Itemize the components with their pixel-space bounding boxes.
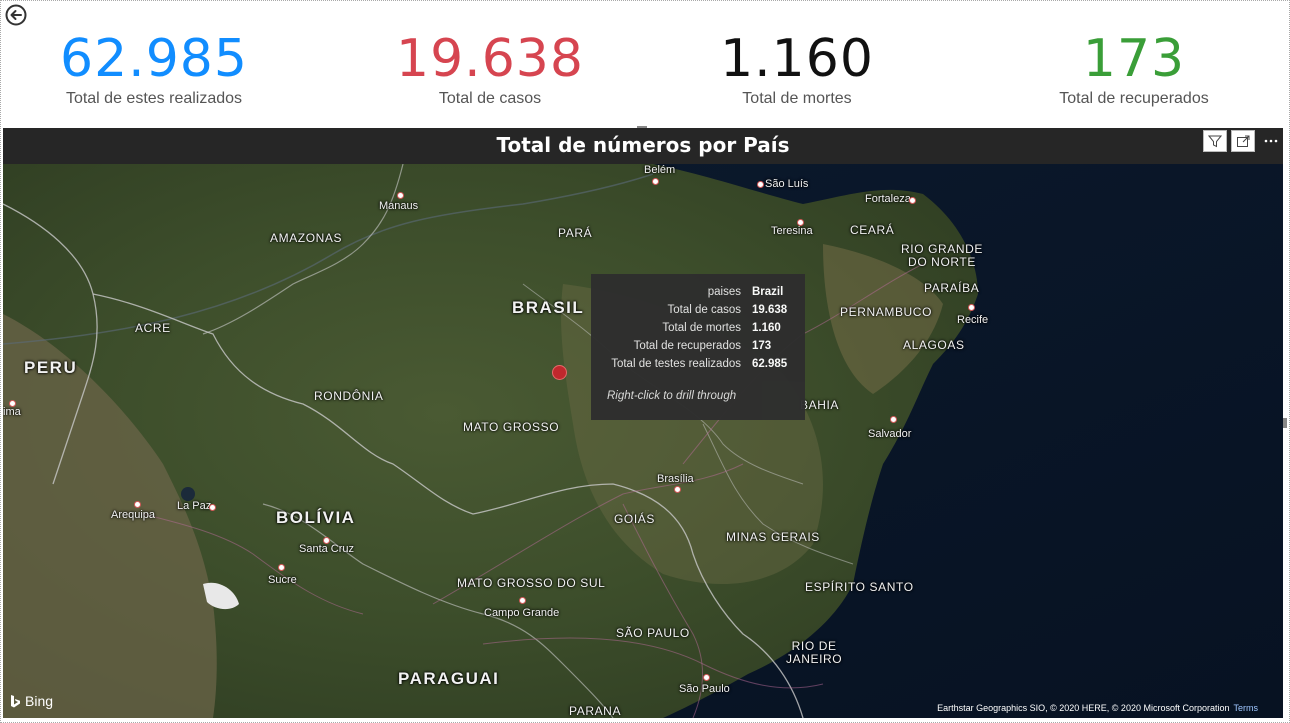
map-tooltip: paises Brazil Total de casos 19.638 Tota… [591,274,805,420]
attribution-text: Earthstar Geographics SIO, © 2020 HERE, … [937,703,1230,713]
kpi-value: 173 [1082,29,1186,89]
map-label-pernambuco: PERNAMBUCO [840,305,933,319]
city-marker [397,192,404,199]
tooltip-value: Brazil [752,286,784,298]
map-label-peru: PERU [24,358,78,377]
map-label-santa-cruz: Santa Cruz [299,543,355,555]
map-label-mato-grosso-do-sul: MATO GROSSO DO SUL [457,576,606,590]
tooltip-row: paises Brazil [591,286,805,304]
map-label-bahia: BAHIA [800,398,840,412]
city-marker [674,486,681,493]
map-label-sucre: Sucre [268,574,297,586]
map-label-bolivia: BOLÍVIA [276,508,356,527]
map-label-para: PARÁ [558,226,593,240]
map-label-campo-grande: Campo Grande [484,607,560,619]
tooltip-key: Total de testes realizados [611,358,741,370]
kpi-value: 19.638 [396,29,584,89]
tooltip-key: paises [707,286,741,298]
map-label-manaus: Manaus [379,200,419,212]
kpi-card-tests[interactable]: 62.985 Total de estes realizados [48,28,260,108]
city-marker [209,504,216,511]
map-attribution: Earthstar Geographics SIO, © 2020 HERE, … [937,703,1258,713]
tooltip-key: Total de mortes [662,322,741,334]
city-marker [519,597,526,604]
terms-link[interactable]: Terms [1234,703,1259,713]
tooltip-drill-hint: Right-click to drill through [607,390,737,402]
city-marker [797,219,804,226]
map-label-sao-paulo-city: São Paulo [679,683,730,695]
city-marker [9,400,16,407]
map-label-espirito-santo: ESPÍRITO SANTO [805,580,914,594]
tooltip-row: Total de casos 19.638 [591,304,805,322]
kpi-card-recovered[interactable]: 173 Total de recuperados [1034,28,1234,108]
tooltip-row: Total de mortes 1.160 [591,322,805,340]
map-visual[interactable]: Total de números por País Belém São Luís… [3,128,1283,718]
map-label-paraiba: PARAÍBA [924,281,980,295]
city-marker [909,197,916,204]
visual-header-toolbar [1203,130,1283,152]
map-label-teresina: Teresina [771,225,813,237]
map-label-lima: ima [3,406,21,418]
kpi-label: Total de recuperados [1059,90,1209,107]
map-label-parana: PARANA [569,704,622,718]
city-marker [278,564,285,571]
kpi-label: Total de casos [438,90,542,107]
tooltip-key: Total de recuperados [633,340,741,352]
map-label-salvador: Salvador [868,428,912,440]
map-label-sao-paulo-state: SÃO PAULO [616,626,690,640]
kpi-value: 62.985 [60,29,248,89]
map-label-belem: Belém [644,164,676,176]
map-label-la-paz: La Paz [177,500,212,512]
focus-mode-icon[interactable] [1231,130,1255,152]
map-label-rio-de-janeiro: RIO DE JANEIRO [786,639,843,666]
bing-icon [11,694,20,707]
map-label-ceara: CEARÁ [850,223,895,237]
kpi-card-cases[interactable]: 19.638 Total de casos [390,28,590,108]
map-label-paraguai: PARAGUAI [398,669,500,688]
tooltip-value: 19.638 [752,304,788,316]
map-label-mato-grosso: MATO GROSSO [463,420,560,434]
map-label-arequipa: Arequipa [111,509,156,521]
map-label-rondonia: RONDÔNIA [314,389,384,403]
map-label-brasil: BRASIL [512,298,585,317]
city-marker [968,304,975,311]
map-label-sao-luis: São Luís [765,178,809,190]
map-label-acre: ACRE [135,321,171,335]
tooltip-value: 1.160 [752,322,781,334]
kpi-value: 1.160 [720,29,874,89]
tooltip-row: Total de testes realizados 62.985 [591,358,805,376]
kpi-label: Total de estes realizados [65,90,243,107]
kpi-card-deaths[interactable]: 1.160 Total de mortes [697,28,897,108]
map-label-amazonas: AMAZONAS [270,231,343,245]
tooltip-value: 62.985 [752,358,788,370]
city-marker [134,501,141,508]
bing-label: Bing [25,693,54,709]
map-label-alagoas: ALAGOAS [903,338,965,352]
map-label-minas-gerais: MINAS GERAIS [726,530,820,544]
tooltip-row: Total de recuperados 173 [591,340,805,358]
map-label-recife: Recife [957,314,989,326]
city-marker [890,416,897,423]
city-marker [652,178,659,185]
map-label-fortaleza: Fortaleza [865,193,911,205]
map-label-rio-grande-do-norte: RIO GRANDE DO NORTE [901,242,984,269]
satellite-map[interactable]: Belém São Luís Manaus Fortaleza AMAZONAS… [3,164,1283,718]
bing-logo: Bing [10,693,53,709]
back-arrow-icon[interactable] [5,4,27,26]
city-marker [323,537,330,544]
kpi-label: Total de mortes [742,90,852,107]
city-marker [703,674,710,681]
tooltip-key: Total de casos [667,304,741,316]
tooltip-value: 173 [752,340,772,352]
country-bubble-brazil[interactable] [552,365,567,380]
visual-resize-handle[interactable] [1283,418,1287,428]
filter-icon[interactable] [1203,130,1227,152]
map-label-brasilia: Brasília [657,473,694,485]
visual-title: Total de números por País [3,128,1283,164]
map-label-goias: GOIÁS [614,512,656,526]
more-options-icon[interactable] [1259,130,1283,152]
city-marker [757,181,764,188]
